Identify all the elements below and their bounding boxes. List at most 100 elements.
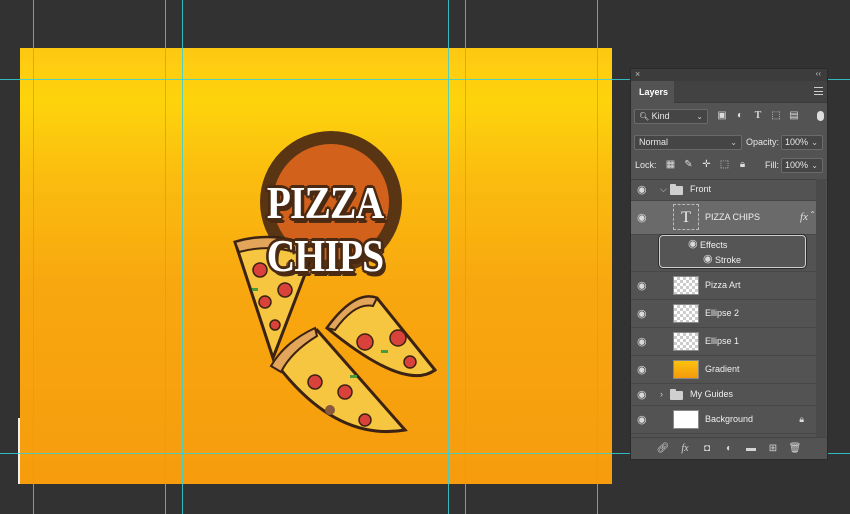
collapse-icon[interactable]: ‹‹ — [816, 69, 821, 78]
layers-list: ◉ ⌵ Front ◉ T PIZZA CHIPS fx ⌃ ◉ Pizza A… — [631, 179, 816, 434]
logo-title: PIZZA CHIPS — [266, 177, 384, 281]
panel-tab-bar: Layers — [631, 81, 827, 104]
layer-thumbnail — [673, 276, 699, 295]
opacity-label: Opacity: — [746, 137, 780, 147]
lock-row: Lock: ▦ ✎ ✛ ⬚ 🔒︎ Fill: 100% ⌄ — [634, 158, 824, 174]
layer-name: Gradient — [705, 363, 740, 374]
layer-pizza-art[interactable]: ◉ Pizza Art — [631, 272, 816, 300]
filter-icons: ▣ ◐ T ⬚ ▤ — [716, 110, 800, 122]
add-mask-icon[interactable]: ◘ — [700, 443, 714, 454]
chevron-right-icon[interactable]: › — [660, 389, 663, 399]
layer-effects-box: ◉ Effects ◉ Stroke — [659, 235, 806, 268]
chevron-down-icon[interactable]: ⌵ — [660, 184, 667, 195]
layer-name: Ellipse 1 — [705, 335, 740, 346]
layer-group-front[interactable]: ◉ ⌵ Front — [631, 179, 816, 201]
lock-label: Lock: — [635, 160, 657, 170]
eye-icon[interactable]: ◉ — [637, 184, 647, 195]
filter-row: 🔍︎ Kind ⌄ ▣ ◐ T ⬚ ▤ — [634, 109, 824, 125]
guide-vertical[interactable] — [597, 0, 598, 514]
new-layer-icon[interactable]: ⊞ — [766, 443, 780, 454]
fill-label: Fill: — [765, 160, 779, 170]
lock-image-pixels-icon[interactable]: ✎ — [682, 158, 695, 172]
layer-name: Front — [690, 183, 712, 194]
fx-icon[interactable]: fx — [800, 211, 808, 223]
eye-icon[interactable]: ◉ — [637, 308, 647, 319]
link-layers-icon[interactable]: 🔗︎ — [656, 443, 670, 454]
pizza-chips-logo: PIZZA CHIPS — [205, 130, 445, 448]
lock-icons: ▦ ✎ ✛ ⬚ 🔒︎ — [664, 158, 749, 172]
layer-ellipse-1[interactable]: ◉ Ellipse 1 — [631, 328, 816, 356]
trash-icon[interactable]: 🗑︎ — [788, 443, 802, 454]
chevron-down-icon: ⌄ — [811, 161, 818, 170]
layer-name: Ellipse 2 — [705, 307, 740, 318]
eye-icon[interactable]: ◉ — [637, 336, 647, 347]
layer-pizza-chips[interactable]: ◉ T PIZZA CHIPS fx ⌃ — [631, 201, 816, 235]
new-group-icon[interactable]: ▬ — [744, 443, 758, 454]
layer-name: My Guides — [690, 388, 734, 399]
stroke-effect-label[interactable]: Stroke — [715, 255, 741, 265]
layers-panel: × ‹‹ Layers 🔍︎ Kind ⌄ ▣ ◐ T ⬚ ▤ Normal ⌄… — [630, 68, 828, 460]
shape-filter-icon[interactable]: ⬚ — [770, 110, 782, 122]
adjustment-layer-icon[interactable]: ◐ — [722, 443, 736, 454]
eye-icon[interactable]: ◉ — [637, 212, 647, 223]
layer-thumbnail — [673, 360, 699, 379]
text-layer-icon: T — [673, 204, 699, 230]
filter-kind-label: Kind — [651, 111, 670, 121]
chevron-down-icon: ⌄ — [811, 138, 818, 147]
type-filter-icon[interactable]: T — [752, 110, 764, 122]
filter-toggle[interactable] — [817, 111, 824, 121]
effects-label[interactable]: Effects — [700, 240, 727, 250]
blend-row: Normal ⌄ Opacity: 100% ⌄ — [634, 135, 824, 151]
blend-mode-value: Normal — [639, 137, 669, 147]
folder-icon — [670, 389, 683, 400]
layer-ellipse-2[interactable]: ◉ Ellipse 2 — [631, 300, 816, 328]
layer-name: Pizza Art — [705, 279, 741, 290]
lock-artboard-icon[interactable]: ⬚ — [718, 158, 731, 172]
pixel-filter-icon[interactable]: ▣ — [716, 110, 728, 122]
layer-name: Background — [705, 413, 754, 424]
eye-icon[interactable]: ◉ — [703, 254, 713, 265]
layer-thumbnail — [673, 304, 699, 323]
chevron-up-icon[interactable]: ⌃ — [809, 210, 816, 219]
lock-transparent-pixels-icon[interactable]: ▦ — [664, 158, 677, 172]
layer-thumbnail — [673, 410, 699, 429]
guide-vertical[interactable] — [182, 0, 183, 514]
tab-layers[interactable]: Layers — [631, 81, 674, 104]
smart-object-filter-icon[interactable]: ▤ — [788, 110, 800, 122]
layer-gradient[interactable]: ◉ Gradient — [631, 356, 816, 384]
layer-name: PIZZA CHIPS — [705, 211, 761, 222]
guide-vertical[interactable] — [465, 0, 466, 514]
fill-field[interactable]: 100% ⌄ — [781, 158, 823, 173]
chevron-down-icon: ⌄ — [696, 112, 703, 121]
layer-group-my-guides[interactable]: ◉ › My Guides — [631, 384, 816, 406]
lock-all-icon[interactable]: 🔒︎ — [736, 158, 749, 172]
document-canvas[interactable]: PIZZA CHIPS — [20, 48, 612, 484]
guide-vertical[interactable] — [165, 0, 166, 514]
search-icon: 🔍︎ — [639, 112, 650, 121]
blend-mode-select[interactable]: Normal ⌄ — [634, 135, 742, 150]
lock-position-icon[interactable]: ✛ — [700, 158, 713, 172]
lock-icon: 🔒︎ — [799, 414, 804, 424]
eye-icon[interactable]: ◉ — [637, 414, 647, 425]
guide-vertical[interactable] — [448, 0, 449, 514]
chevron-down-icon: ⌄ — [730, 138, 737, 147]
eye-icon[interactable]: ◉ — [637, 364, 647, 375]
layer-background[interactable]: ◉ Background 🔒︎ — [631, 406, 816, 434]
layer-thumbnail — [673, 332, 699, 351]
fill-value: 100% — [785, 160, 809, 170]
layers-scrollbar[interactable] — [816, 179, 826, 437]
opacity-value: 100% — [785, 137, 809, 147]
opacity-field[interactable]: 100% ⌄ — [781, 135, 823, 150]
eye-icon[interactable]: ◉ — [637, 280, 647, 291]
panel-bottom-toolbar: 🔗︎ fx ◘ ◐ ▬ ⊞ 🗑︎ — [631, 437, 827, 459]
folder-icon — [670, 184, 683, 195]
adjustment-filter-icon[interactable]: ◐ — [734, 110, 746, 122]
eye-icon[interactable]: ◉ — [688, 239, 698, 250]
panel-title-bar: × ‹‹ — [631, 69, 827, 81]
filter-kind-select[interactable]: 🔍︎ Kind ⌄ — [634, 109, 708, 124]
eye-icon[interactable]: ◉ — [637, 389, 647, 400]
fx-add-style-icon[interactable]: fx — [678, 443, 692, 454]
close-icon[interactable]: × — [635, 69, 640, 79]
guide-vertical[interactable] — [33, 0, 34, 514]
panel-menu-icon[interactable] — [814, 87, 823, 95]
